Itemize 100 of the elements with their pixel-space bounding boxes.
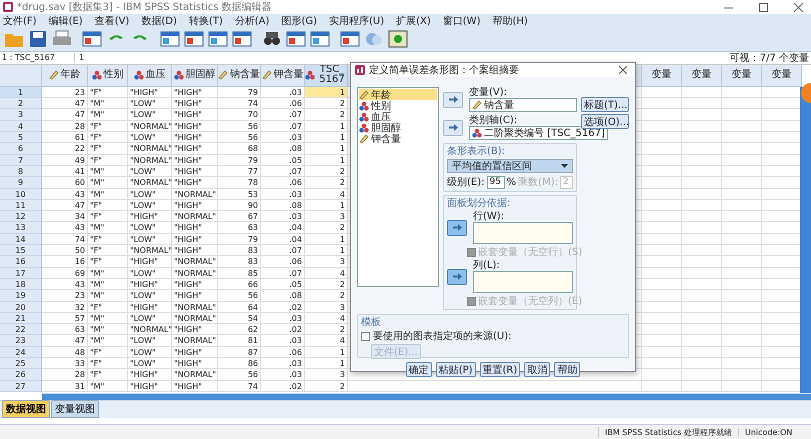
variable-field[interactable]: 钠含量: [469, 98, 577, 112]
menu-item[interactable]: 实用程序(U): [329, 14, 384, 28]
row-header[interactable]: 1: [0, 86, 42, 98]
row-header[interactable]: 5: [0, 132, 42, 144]
move-button[interactable]: [447, 220, 467, 236]
printer-icon[interactable]: [52, 30, 72, 48]
row-header[interactable]: 6: [0, 143, 42, 155]
view-tab[interactable]: 变量视图: [51, 400, 99, 418]
menu-item[interactable]: 分析(A): [234, 14, 270, 28]
dialog-button[interactable]: 标题(T)...: [581, 97, 629, 112]
menu-item[interactable]: 编辑(E): [48, 14, 83, 28]
variable-list[interactable]: 年龄 性别 血压 胆固醇 钾含量: [357, 87, 439, 287]
row-header[interactable]: 14: [0, 234, 42, 246]
row-header[interactable]: 7: [0, 154, 42, 166]
table-cell: [642, 380, 682, 392]
dropdown[interactable]: 平均值的置信区间: [447, 159, 573, 173]
row-header[interactable]: 11: [0, 200, 42, 212]
dialog-button[interactable]: 取消: [524, 362, 550, 377]
vertical-scrollbar[interactable]: [800, 86, 811, 394]
menu-item[interactable]: 窗口(W): [442, 14, 480, 28]
row-header[interactable]: 20: [0, 302, 42, 313]
move-button[interactable]: [447, 268, 467, 284]
row-header[interactable]: 2: [0, 98, 42, 110]
columns-field[interactable]: [473, 271, 573, 293]
column-header[interactable]: 钠含量: [218, 64, 261, 87]
variable-list-item[interactable]: 胆固醇: [359, 122, 437, 133]
menu-item[interactable]: 帮助(H): [492, 14, 528, 28]
dialog-button[interactable]: 帮助: [554, 362, 580, 377]
table-cell: "LOW": [128, 188, 172, 200]
table-cell: [682, 346, 722, 358]
variable-list-item[interactable]: 钾含量: [359, 133, 437, 144]
row-header[interactable]: 21: [0, 312, 42, 324]
row-header[interactable]: 17: [0, 268, 42, 279]
row-header[interactable]: 4: [0, 120, 42, 132]
column-header[interactable]: 胆固醇: [172, 64, 218, 87]
view-tab[interactable]: 数据视图: [2, 400, 50, 418]
table-cell: 49: [42, 154, 88, 166]
checkbox[interactable]: [361, 332, 370, 340]
row-header[interactable]: 22: [0, 324, 42, 336]
move-button[interactable]: [443, 120, 463, 136]
rows-field[interactable]: [473, 222, 573, 244]
table-cell: 43: [42, 222, 88, 234]
table-cell: "M": [88, 188, 128, 200]
menu-item[interactable]: 查看(V): [94, 14, 130, 28]
table-cell: [682, 211, 722, 222]
row-header[interactable]: 16: [0, 256, 42, 268]
dialog-button[interactable]: 粘贴(P): [436, 362, 476, 377]
cell-value-field[interactable]: 1: [75, 53, 730, 62]
menu-item[interactable]: 数据(D): [141, 14, 177, 28]
dialog-button[interactable]: 确定: [406, 362, 432, 377]
table-cell: .03: [261, 369, 305, 381]
variable-list-item[interactable]: 性别: [359, 100, 437, 111]
floating-widget-icon[interactable]: [801, 82, 811, 103]
maximize-icon[interactable]: [759, 2, 768, 12]
menu-item[interactable]: 扩展(X): [396, 14, 431, 28]
row-header[interactable]: 15: [0, 245, 42, 256]
row-header[interactable]: 27: [0, 380, 42, 392]
column-header[interactable]: 血压: [128, 64, 172, 87]
column-header[interactable]: 变量: [762, 64, 802, 87]
close-icon[interactable]: [619, 66, 627, 74]
row-header[interactable]: 18: [0, 278, 42, 290]
binoculars-icon[interactable]: [262, 30, 282, 48]
row-header[interactable]: 3: [0, 109, 42, 121]
row-header[interactable]: 26: [0, 369, 42, 381]
column-header[interactable]: 钾含量: [261, 64, 305, 87]
row-header[interactable]: 9: [0, 177, 42, 189]
column-header[interactable]: 变量: [682, 64, 722, 87]
level-field[interactable]: 95: [486, 176, 505, 188]
close-icon[interactable]: [794, 2, 803, 12]
dialog-button[interactable]: 重置(R): [480, 362, 520, 377]
row-header[interactable]: 12: [0, 211, 42, 222]
table-cell: "NORMAL": [172, 268, 218, 279]
menu-item[interactable]: 图形(G): [281, 14, 317, 28]
horizontal-scrollbar[interactable]: [42, 393, 811, 400]
dialog-icon[interactable]: [82, 30, 102, 48]
variable-list-item[interactable]: 血压: [359, 111, 437, 122]
table-cell: [722, 268, 762, 279]
table-cell: [682, 278, 722, 290]
column-header[interactable]: 变量: [722, 64, 762, 87]
row-header[interactable]: 23: [0, 335, 42, 347]
category-axis-field[interactable]: 二阶聚类编号 [TSC_5167]: [469, 126, 608, 140]
move-button[interactable]: [443, 92, 463, 108]
column-header[interactable]: 性别: [88, 64, 128, 87]
table-cell: .03: [261, 312, 305, 324]
row-header[interactable]: 8: [0, 166, 42, 178]
variable-list-item[interactable]: 年龄: [359, 89, 437, 100]
column-header[interactable]: 变量: [642, 64, 682, 87]
table-cell: .03: [261, 211, 305, 222]
row-header[interactable]: 24: [0, 346, 42, 358]
save-icon[interactable]: [28, 30, 48, 48]
row-header[interactable]: 19: [0, 290, 42, 302]
row-header[interactable]: 10: [0, 188, 42, 200]
menu-item[interactable]: 文件(F): [3, 14, 37, 28]
row-header[interactable]: 25: [0, 358, 42, 370]
row-header[interactable]: 13: [0, 222, 42, 234]
table-cell: 56: [218, 290, 261, 302]
table-cell: "M": [88, 98, 128, 110]
menu-item[interactable]: 转换(T): [188, 14, 223, 28]
table-cell: 2: [305, 380, 348, 392]
column-header[interactable]: 年龄: [42, 64, 88, 87]
